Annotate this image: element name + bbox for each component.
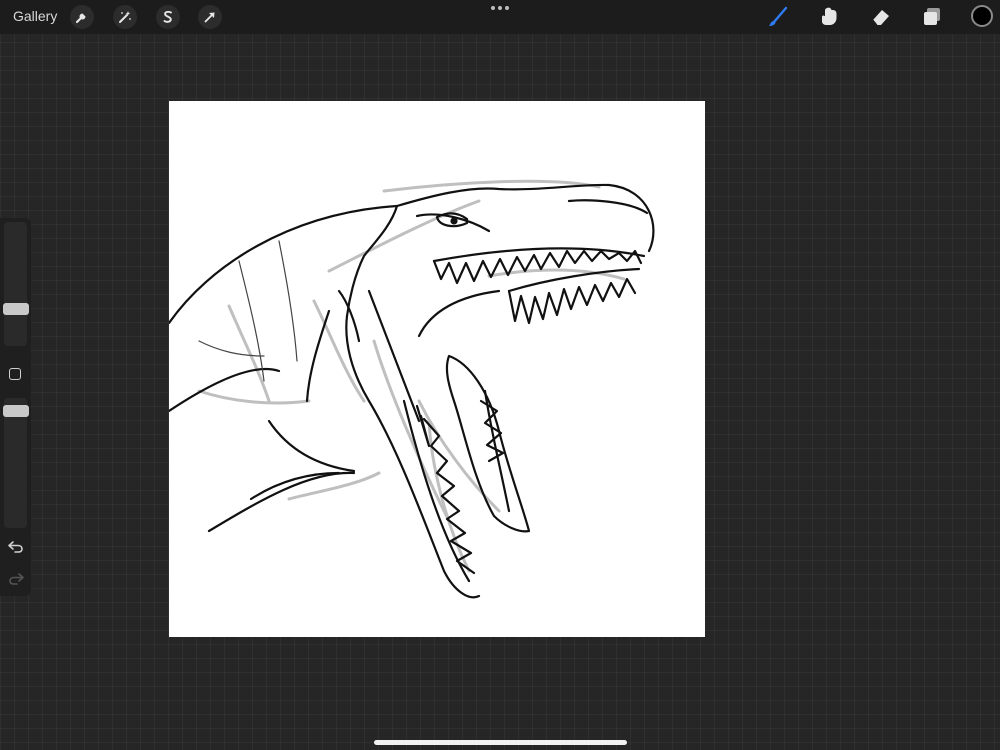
actions-button[interactable]	[70, 5, 94, 29]
drawing-canvas[interactable]	[167, 101, 705, 637]
more-options-button[interactable]	[491, 6, 509, 12]
top-toolbar: Gallery	[0, 0, 1000, 34]
dinosaur-sketch	[167, 179, 655, 599]
layers-button[interactable]	[919, 4, 945, 30]
brush-icon	[769, 6, 788, 26]
selection-button[interactable]	[156, 5, 180, 29]
wrench-icon	[75, 13, 86, 24]
brush-tool-button[interactable]	[765, 4, 791, 30]
magic-wand-icon	[119, 11, 131, 23]
opacity-slider[interactable]	[4, 398, 27, 528]
transform-button[interactable]	[198, 5, 222, 29]
arrow-cursor-icon	[204, 12, 215, 23]
smudge-finger-icon	[822, 7, 837, 26]
layers-icon	[924, 8, 940, 25]
home-indicator[interactable]	[374, 740, 627, 745]
color-picker-button[interactable]	[971, 5, 993, 27]
eraser-tool-button[interactable]	[868, 4, 894, 30]
adjustments-button[interactable]	[113, 5, 137, 29]
modify-square-icon[interactable]	[9, 368, 21, 380]
undo-icon[interactable]	[7, 540, 25, 554]
selection-s-icon	[163, 10, 172, 23]
opacity-thumb[interactable]	[3, 405, 29, 417]
gallery-button[interactable]: Gallery	[13, 8, 57, 24]
left-sidebar	[0, 218, 31, 596]
ellipsis-icon	[491, 6, 495, 10]
smudge-tool-button[interactable]	[816, 4, 842, 30]
redo-icon[interactable]	[7, 572, 25, 586]
eraser-icon	[872, 10, 889, 26]
brush-size-thumb[interactable]	[3, 303, 29, 315]
brush-size-slider[interactable]	[4, 222, 27, 346]
